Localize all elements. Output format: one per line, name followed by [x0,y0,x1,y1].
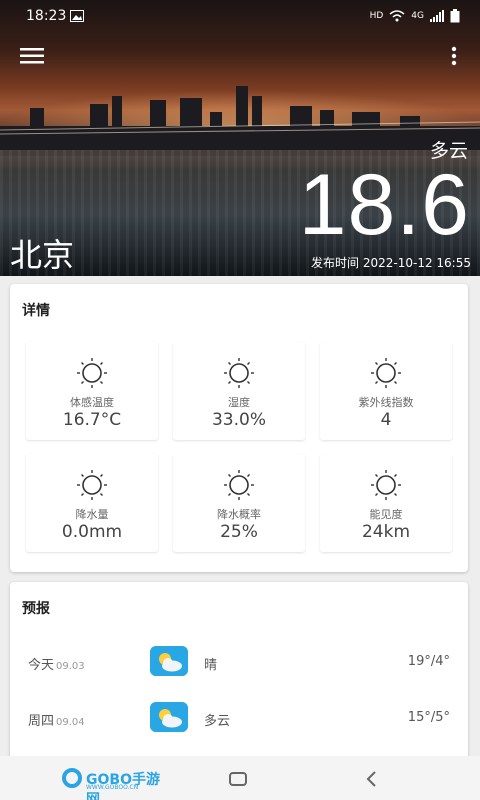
detail-value: 4 [380,410,392,430]
sun-icon [77,358,107,388]
signal-icon [430,10,444,22]
wifi-icon [389,10,405,22]
sun-icon [77,470,107,500]
forecast-day-label: 周四 [28,714,55,729]
status-time: 18:23 [26,8,67,24]
detail-tile-precip-probability: 降水概率 25% [173,454,305,552]
detail-label: 降水量 [75,508,109,521]
detail-value: 0.0mm [61,522,123,542]
forecast-day: 今天 09.03 [28,654,85,673]
forecast-date: 09.04 [56,717,85,728]
detail-tile-visibility: 能见度 24km [320,454,452,552]
status-bar: 18:23 HD 4G [0,0,480,34]
detail-label: 能见度 [369,508,403,521]
detail-label: 紫外线指数 [358,396,414,409]
sun-icon [224,358,254,388]
detail-tile-feels-like: 体感温度 16.7°C [26,342,158,440]
details-title: 详情 [22,303,50,319]
site-logo: GOBO手游网 WWW.GOBOO.CN [62,766,162,800]
system-nav-bar: GOBO手游网 WWW.GOBOO.CN [0,756,480,800]
detail-tile-uv-index: 紫外线指数 4 [320,342,452,440]
forecast-desc: 多云 [204,714,231,729]
details-card: 详情 体感温度 16.7°C 湿度 33.0% 紫外线指数 4 降水量 0.0m… [10,284,468,572]
detail-label: 降水概率 [217,508,261,521]
status-right: HD 4G [370,9,460,23]
menu-icon[interactable] [20,46,46,66]
current-temperature: 18.6 [298,157,470,253]
gallery-icon [70,10,84,22]
partly-cloudy-icon [150,646,188,676]
detail-label: 体感温度 [70,396,114,409]
forecast-title: 预报 [22,601,50,617]
detail-value: 33.0% [211,410,266,430]
logo-mark-icon [62,768,82,788]
more-options-icon[interactable] [444,44,464,68]
sun-icon [224,470,254,500]
hd-indicator: HD [369,11,384,21]
partly-cloudy-icon [150,702,188,732]
logo-subtext: WWW.GOBOO.CN [86,784,139,791]
sun-icon [371,358,401,388]
back-icon[interactable] [364,769,378,789]
detail-label: 湿度 [228,396,250,409]
forecast-row[interactable]: 周四 09.04 多云 15°/5° [22,698,456,738]
network-indicator: 4G [411,11,424,21]
publish-time: 发布时间 2022-10-12 16:55 [311,256,471,270]
detail-value: 25% [220,522,258,542]
forecast-card: 预报 今天 09.03 晴 19°/4° 周四 09.04 多云 15°/5° [10,582,468,760]
hero-banner: 18:23 HD 4G 多云 18.6 北京 发布时间 2022-10-12 1… [0,0,480,276]
detail-value: 24km [361,522,411,542]
detail-tile-precipitation: 降水量 0.0mm [26,454,158,552]
city-name[interactable]: 北京 [10,230,74,276]
forecast-row[interactable]: 今天 09.03 晴 19°/4° [22,642,456,682]
forecast-day: 周四 09.04 [28,710,85,729]
forecast-day-label: 今天 [28,658,55,673]
city-skyline-image [0,86,480,156]
detail-value: 16.7°C [62,410,122,430]
forecast-desc: 晴 [204,658,218,673]
battery-icon [450,9,460,23]
forecast-range: 15°/5° [407,710,450,725]
forecast-range: 19°/4° [407,654,450,669]
home-button[interactable] [229,772,247,786]
sun-icon [371,470,401,500]
detail-tile-humidity: 湿度 33.0% [173,342,305,440]
forecast-date: 09.03 [56,661,85,672]
